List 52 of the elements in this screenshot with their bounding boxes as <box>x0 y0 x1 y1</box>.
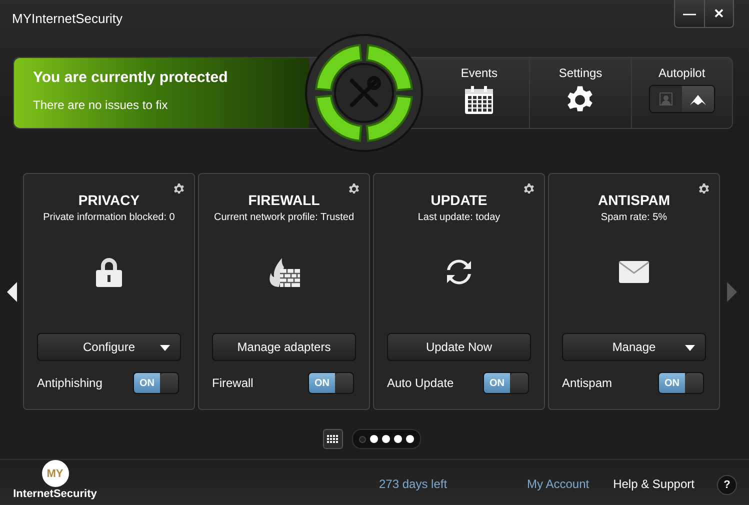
help-button[interactable]: ? <box>717 475 737 495</box>
grid-view-button[interactable] <box>322 429 342 449</box>
action-button[interactable]: Manage <box>562 333 706 361</box>
toggle-label: Auto Update <box>387 376 454 390</box>
minimize-button[interactable]: — <box>675 0 704 27</box>
mountain-icon <box>690 93 706 105</box>
calendar-icon <box>464 85 494 115</box>
window-title: MYInternetSecurity <box>12 11 123 26</box>
caret-icon <box>685 345 695 351</box>
nav-label[interactable]: Events <box>460 66 498 80</box>
padlock-icon <box>94 256 124 288</box>
toggle-label: Firewall <box>212 376 254 390</box>
logo-badge: MY <box>42 460 68 487</box>
status-headline: You are currently protected <box>33 69 229 86</box>
previous-arrow-icon[interactable] <box>6 282 16 302</box>
status-message: There are no issues to fix <box>33 98 169 112</box>
card-subtitle: Current network profile: Trusted <box>212 211 356 224</box>
my-account-link[interactable]: My Account <box>527 477 590 491</box>
card-subtitle: Last update: today <box>416 211 502 224</box>
card-title: UPDATE <box>430 192 488 208</box>
grid-icon <box>327 435 338 443</box>
settings-icon[interactable] <box>523 183 535 195</box>
toggle-label: Antispam <box>562 376 612 390</box>
action-button[interactable]: Update Now <box>387 333 531 361</box>
envelope-icon <box>618 260 650 284</box>
toggle-label: Antiphishing <box>37 376 102 390</box>
license-days-left: 273 days left <box>379 477 448 491</box>
settings-icon[interactable] <box>173 183 185 195</box>
autopilot-switch[interactable] <box>648 85 715 113</box>
page-dot[interactable] <box>394 435 402 443</box>
caret-icon <box>160 345 170 351</box>
protection-status-dial[interactable] <box>304 33 424 153</box>
card-title: PRIVACY <box>78 192 140 208</box>
page-dot[interactable] <box>406 435 414 443</box>
action-button[interactable]: Manage adapters <box>212 333 356 361</box>
help-support-link[interactable]: Help & Support <box>613 477 694 491</box>
nav-label[interactable]: Settings <box>558 66 602 80</box>
page-dot[interactable] <box>382 435 390 443</box>
settings-icon[interactable] <box>348 183 360 195</box>
card-title: FIREWALL <box>248 192 320 208</box>
close-button[interactable]: ✕ <box>704 0 733 27</box>
nav-label[interactable]: Autopilot <box>658 66 706 80</box>
page-dot[interactable] <box>358 436 366 442</box>
settings-icon[interactable] <box>698 183 710 195</box>
card-subtitle: Private information blocked: 0 <box>42 211 176 224</box>
logo-text: InternetSecurity <box>13 488 97 500</box>
firewall-icon <box>267 256 301 288</box>
card-title: ANTISPAM <box>598 192 670 208</box>
page-dot[interactable] <box>370 435 378 443</box>
person-icon <box>658 92 673 106</box>
card-subtitle: Spam rate: 5% <box>600 211 668 224</box>
action-button[interactable]: Configure <box>37 333 181 361</box>
